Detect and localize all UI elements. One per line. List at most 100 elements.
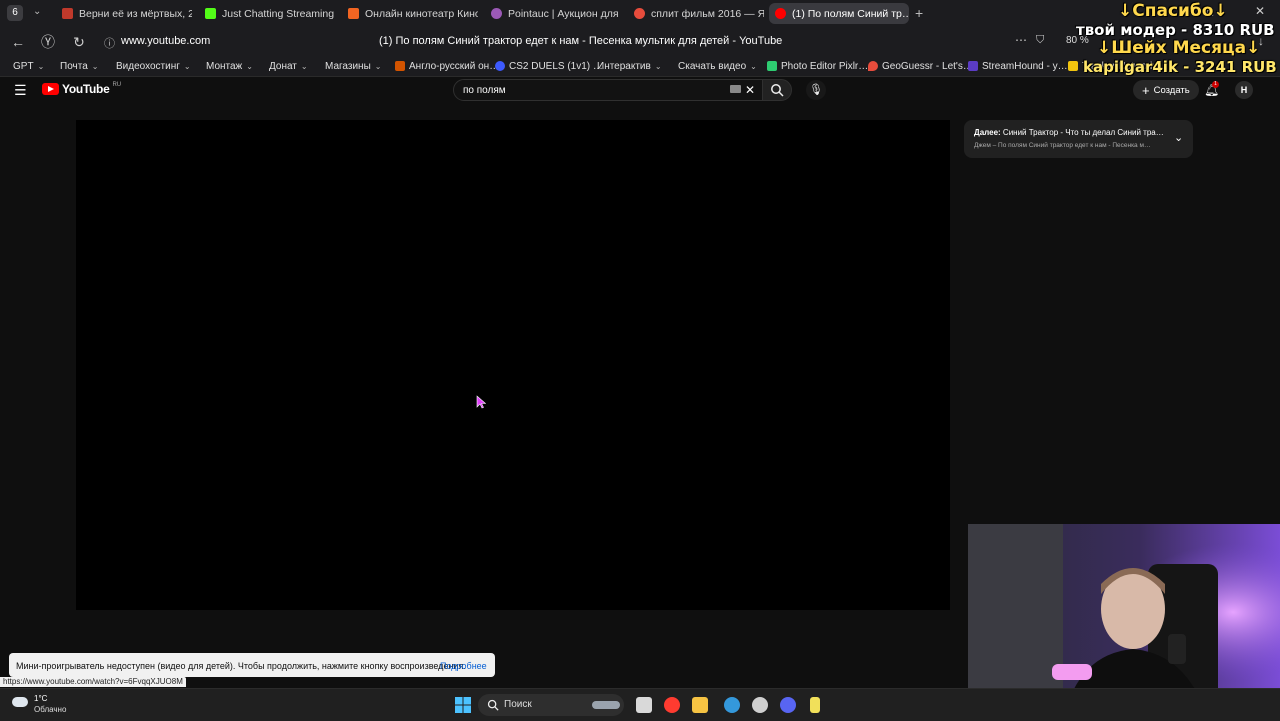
cs2-icon xyxy=(495,61,505,71)
bookmark-label: Photo Editor Pixlr… xyxy=(781,60,869,72)
avatar[interactable]: Н xyxy=(1235,81,1253,99)
bookmark-pixlr[interactable]: Photo Editor Pixlr… xyxy=(767,59,868,73)
site-info-icon[interactable]: ⓘ xyxy=(104,35,115,51)
microphone-icon: 🎙︎ xyxy=(809,84,823,96)
tab-2[interactable]: Just Chatting Streaming - … xyxy=(199,3,335,24)
clear-search-icon[interactable]: ✕ xyxy=(745,83,755,97)
bookmark-streamhound[interactable]: StreamHound - у… xyxy=(968,59,1068,73)
bookmark-cs2-duels[interactable]: CS2 DUELS (1v1) … xyxy=(495,59,603,73)
tab-3[interactable]: Онлайн кинотеатр Кинопо… xyxy=(342,3,478,24)
youtube-logo[interactable]: YouTube RU xyxy=(42,82,121,96)
streamhound-icon xyxy=(968,61,978,71)
learn-more-link[interactable]: Подробнее xyxy=(440,661,487,671)
reload-icon[interactable]: ↻ xyxy=(70,33,88,51)
bookmark-folder-editing[interactable]: Монтаж ⌄ xyxy=(206,59,253,73)
chevron-down-icon: ⌄ xyxy=(654,61,662,71)
tab-favicon-icon xyxy=(62,8,73,19)
cloud-icon[interactable] xyxy=(12,697,28,707)
mouse-cursor-icon xyxy=(476,395,486,409)
tab-1[interactable]: Верни её из мёртвых, 20… xyxy=(56,3,192,24)
bookmark-label: CS2 DUELS (1v1) … xyxy=(509,60,603,72)
bookmark-folder-gpt[interactable]: GPT ⌄ xyxy=(13,59,44,73)
keyboard-icon[interactable] xyxy=(730,85,741,93)
bookmark-label: GPT xyxy=(13,60,34,72)
create-label: Создать xyxy=(1153,84,1190,96)
tab-list-chevron-icon[interactable]: ⌄ xyxy=(33,6,41,17)
overlay-donation-1: твой модер - 8310 RUB xyxy=(1076,21,1275,39)
tab-6-active[interactable]: (1) По полям Синий тр… ✕ xyxy=(769,3,909,24)
bookmark-label: Видеохостинг xyxy=(116,60,180,72)
bookmark-folder-donate[interactable]: Донат ⌄ xyxy=(269,59,308,73)
discord-icon[interactable] xyxy=(780,697,796,713)
bookmark-icon[interactable]: ⛉ xyxy=(1036,34,1044,47)
search-icon xyxy=(771,84,784,97)
youtube-play-icon xyxy=(42,83,59,95)
overlay-donation-2: kapilgar4ik - 3241 RUB xyxy=(1083,58,1277,76)
search-icon xyxy=(487,699,499,711)
more-options-icon[interactable]: ⋯ xyxy=(1015,33,1027,47)
bookmark-folder-video[interactable]: Видеохостинг ⌄ xyxy=(116,59,191,73)
chevron-down-icon: ⌄ xyxy=(750,61,757,71)
plus-icon: + xyxy=(1142,82,1150,98)
bookmark-geoguessr[interactable]: GeoGuessr - Let's… xyxy=(868,59,973,73)
weather-temperature[interactable]: 1°C xyxy=(34,694,47,703)
tab-favicon-icon xyxy=(205,8,216,19)
video-player[interactable] xyxy=(76,120,950,610)
chevron-down-icon: ⌄ xyxy=(246,61,253,71)
url-text: www.youtube.com xyxy=(121,35,211,47)
bookmark-label: Магазины xyxy=(325,60,371,72)
tab-favicon-icon xyxy=(775,8,786,19)
telegram-icon[interactable] xyxy=(724,697,740,713)
tab-label: Just Chatting Streaming - … xyxy=(222,7,335,20)
chevron-down-icon: ⌄ xyxy=(37,61,45,71)
up-next-card[interactable]: Далее: Синий Трактор - Что ты делал Сини… xyxy=(964,120,1193,158)
tab-label: Онлайн кинотеатр Кинопо… xyxy=(365,7,478,20)
task-view-icon[interactable] xyxy=(636,697,652,713)
bookmark-label: StreamHound - у… xyxy=(982,60,1068,72)
create-button[interactable]: + Создать xyxy=(1133,80,1199,100)
voice-search-button[interactable]: 🎙︎ xyxy=(806,80,826,100)
tab-4[interactable]: Pointauc | Аукцион для ст… xyxy=(485,3,621,24)
search-input[interactable]: по полям ✕ xyxy=(453,79,763,101)
yandex-browser-icon[interactable] xyxy=(664,697,680,713)
close-window-icon[interactable]: ✕ xyxy=(1255,4,1265,18)
overlay-thanks-header: ↓Спасибо↓ xyxy=(1118,1,1228,21)
bookmark-dictionary[interactable]: Англо-русский он… xyxy=(395,59,499,73)
search-highlight-icon xyxy=(592,701,620,709)
address-field[interactable]: ⓘ www.youtube.com (1) По полям Синий тра… xyxy=(100,31,1060,52)
windows-taskbar: 1°C Облачно Поиск xyxy=(0,688,1280,721)
tab-label: сплит фильм 2016 — Янде… xyxy=(651,7,764,20)
weather-condition[interactable]: Облачно xyxy=(34,705,66,714)
tab-count-button[interactable]: 6 xyxy=(7,5,23,21)
bookmark-folder-interactive[interactable]: Интерактив ⌄ xyxy=(597,59,662,73)
search-button[interactable] xyxy=(762,79,792,101)
status-bar-url: https://www.youtube.com/watch?v=6FvqqXJU… xyxy=(0,677,186,687)
map-pin-icon xyxy=(868,61,878,71)
bookmark-folder-download[interactable]: Скачать видео ⌄ xyxy=(678,59,757,73)
bookmark-folder-shops[interactable]: Магазины ⌄ xyxy=(325,59,381,73)
windows-start-icon[interactable] xyxy=(455,697,471,713)
up-next-title-row: Далее: Синий Трактор - Что ты делал Сини… xyxy=(974,128,1164,137)
app-icon[interactable] xyxy=(810,697,820,713)
new-tab-button[interactable]: + xyxy=(915,5,923,21)
taskbar-search[interactable]: Поиск xyxy=(478,694,624,716)
miniplayer-notification: Мини-проигрыватель недоступен (видео для… xyxy=(9,653,495,677)
chevron-down-icon: ⌄ xyxy=(300,61,308,71)
pixlr-icon xyxy=(767,61,777,71)
region-code: RU xyxy=(112,82,122,88)
tracker-icon xyxy=(1068,61,1078,71)
back-arrow-icon[interactable]: ← xyxy=(9,33,27,51)
tab-label: Pointauc | Аукцион для ст… xyxy=(508,7,621,20)
chevron-down-icon[interactable]: ⌄ xyxy=(1174,131,1183,144)
bookmark-folder-mail[interactable]: Почта ⌄ xyxy=(60,59,98,73)
search-query-text: по полям xyxy=(463,85,506,96)
tab-5[interactable]: сплит фильм 2016 — Янде… xyxy=(628,3,764,24)
hamburger-menu-icon[interactable]: ☰ xyxy=(14,82,27,99)
bookmark-label: Монтаж xyxy=(206,60,243,72)
file-explorer-icon[interactable] xyxy=(692,697,708,713)
yandex-protect-icon[interactable]: Ⓨ xyxy=(39,33,57,51)
obs-icon[interactable] xyxy=(752,697,768,713)
up-next-prefix: Далее: xyxy=(974,128,1001,137)
notification-text: Мини-проигрыватель недоступен (видео для… xyxy=(16,661,466,671)
chevron-down-icon: ⌄ xyxy=(91,61,99,71)
